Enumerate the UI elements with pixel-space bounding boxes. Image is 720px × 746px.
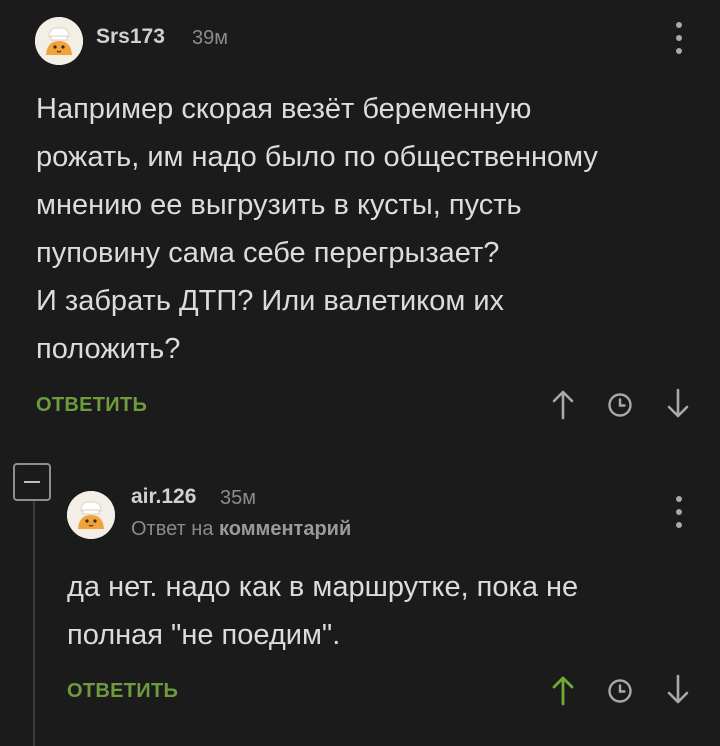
clock-icon[interactable] <box>607 392 633 418</box>
comment-text-line: рожать, им надо было по общественному <box>36 141 598 173</box>
comment-text: да нет. надо как в маршрутке, пока не по… <box>67 563 578 659</box>
comment-text-line: да нет. надо как в маршрутке, пока не <box>67 571 579 603</box>
comment-text: Например скорая везёт беременную рожать,… <box>36 85 598 373</box>
collapse-minus-icon[interactable] <box>13 463 51 501</box>
arrow-up-icon[interactable] <box>550 674 576 706</box>
chef-cat-avatar-image <box>67 491 115 539</box>
more-vertical-icon[interactable] <box>667 494 691 530</box>
more-vertical-icon[interactable] <box>667 20 691 56</box>
reply-to-target[interactable]: комментарий <box>219 518 351 540</box>
arrow-down-icon[interactable] <box>665 674 691 706</box>
arrow-up-icon[interactable] <box>550 388 576 420</box>
reply-to-link[interactable]: Ответ на комментарий <box>131 518 351 541</box>
clock-icon[interactable] <box>607 678 633 704</box>
avatar[interactable] <box>67 491 115 539</box>
comment-text-line: пуповину сама себе перегрызает? <box>36 237 500 269</box>
username[interactable]: Srs173 <box>96 25 165 49</box>
comment-text-line: Например скорая везёт беременную <box>36 93 532 125</box>
arrow-down-icon[interactable] <box>665 388 691 420</box>
thread-line <box>33 500 35 746</box>
comment-text-line: полная "не поедим". <box>67 619 341 651</box>
comment-time: 35м <box>220 487 256 509</box>
avatar[interactable] <box>35 17 83 65</box>
reply-button[interactable]: ОТВЕТИТЬ <box>67 680 178 703</box>
reply-to-prefix: Ответ на <box>131 518 214 540</box>
username[interactable]: air.126 <box>131 485 196 509</box>
comment-text-line: положить? <box>36 333 181 365</box>
comment-text-line: мнению ее выгрузить в кусты, пусть <box>36 189 522 221</box>
reply-button[interactable]: ОТВЕТИТЬ <box>36 394 147 417</box>
comment-time: 39м <box>192 27 228 49</box>
chef-cat-avatar-image <box>35 17 83 65</box>
comment-text-line: И забрать ДТП? Или валетиком их <box>36 285 505 317</box>
